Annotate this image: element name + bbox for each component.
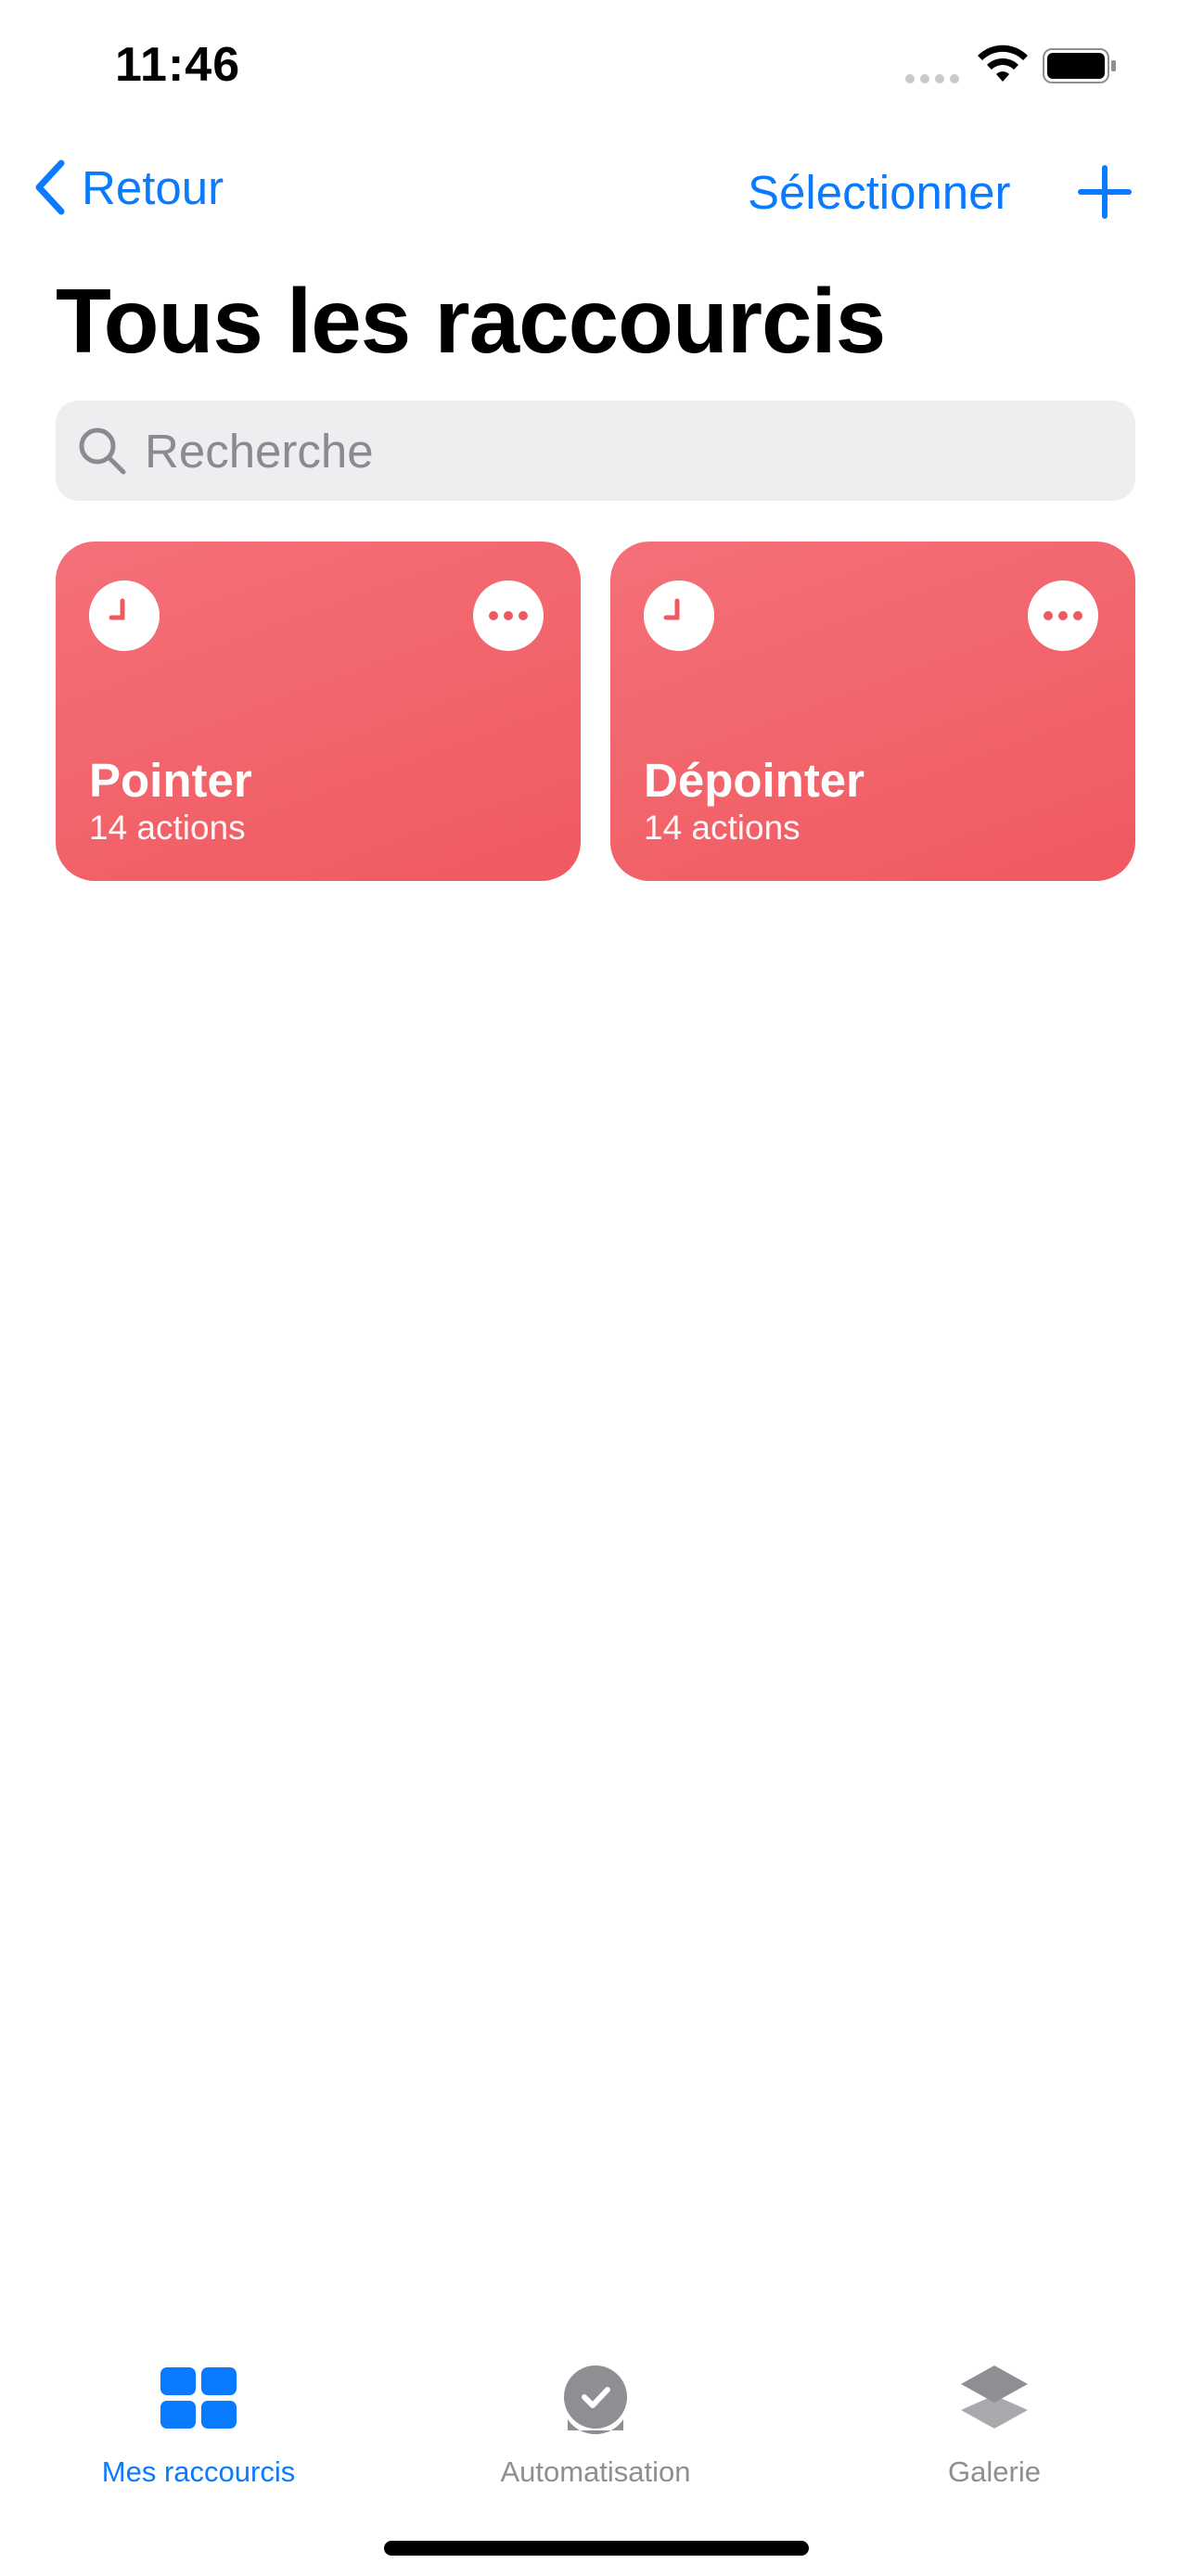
layers-icon (961, 2366, 1028, 2429)
battery-icon (1043, 48, 1116, 83)
tab-label: Galerie (948, 2455, 1041, 2488)
shortcut-tile-pointer[interactable]: Pointer 14 actions (56, 542, 581, 881)
shortcut-action-count: 14 actions (644, 809, 800, 847)
tab-galerie[interactable]: Galerie (846, 2361, 1143, 2489)
search-placeholder: Recherche (145, 424, 374, 478)
back-label: Retour (82, 160, 224, 214)
back-button[interactable]: Retour (33, 159, 224, 215)
cellular-signal-icon (905, 74, 959, 85)
select-button[interactable]: Sélectionner (748, 165, 1011, 220)
more-options-button[interactable] (473, 580, 544, 651)
clock-icon (89, 580, 160, 651)
search-icon (79, 427, 126, 475)
more-options-button[interactable] (1028, 580, 1098, 651)
tab-label: Mes raccourcis (101, 2455, 296, 2488)
automation-check-icon (564, 2366, 627, 2434)
home-indicator[interactable] (384, 2541, 809, 2556)
tab-label: Automatisation (500, 2455, 691, 2488)
wifi-icon (978, 45, 1028, 82)
tab-automatisation[interactable]: Automatisation (447, 2361, 744, 2489)
shortcut-action-count: 14 actions (89, 809, 246, 847)
page-title: Tous les raccourcis (56, 270, 886, 372)
search-field[interactable]: Recherche (56, 401, 1135, 501)
status-time: 11:46 (115, 38, 241, 92)
clock-icon (644, 580, 714, 651)
shortcut-name: Dépointer (644, 754, 865, 807)
shortcut-name: Pointer (89, 754, 252, 807)
grid-icon (160, 2367, 237, 2429)
add-shortcut-button[interactable] (1078, 165, 1132, 219)
chevron-left-icon (35, 159, 65, 215)
shortcut-tile-depointer[interactable]: Dépointer 14 actions (610, 542, 1135, 881)
tab-mes-raccourcis[interactable]: Mes raccourcis (50, 2361, 347, 2489)
